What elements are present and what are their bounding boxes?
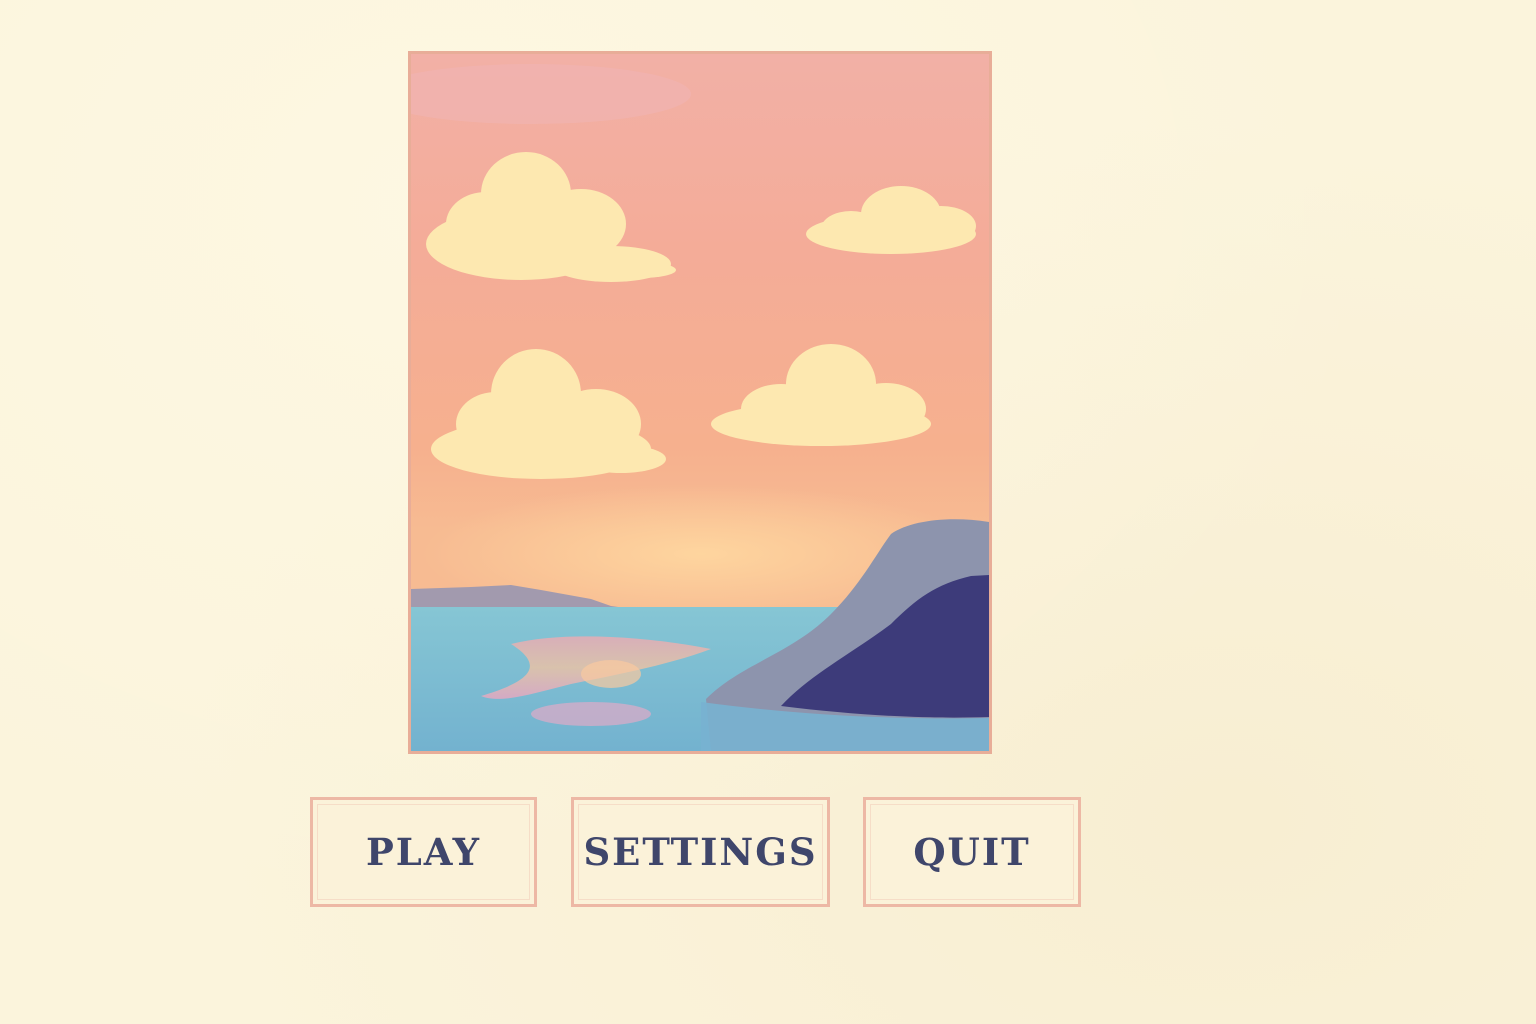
play-button[interactable]: PLAY (310, 797, 537, 907)
quit-button-label: QUIT (913, 830, 1031, 874)
title-artwork (408, 51, 992, 754)
settings-button[interactable]: SETTINGS (571, 797, 830, 907)
settings-button-label: SETTINGS (583, 830, 818, 874)
play-button-label: PLAY (365, 830, 482, 874)
quit-button[interactable]: QUIT (863, 797, 1081, 907)
sunset-sea-painting (411, 54, 989, 751)
